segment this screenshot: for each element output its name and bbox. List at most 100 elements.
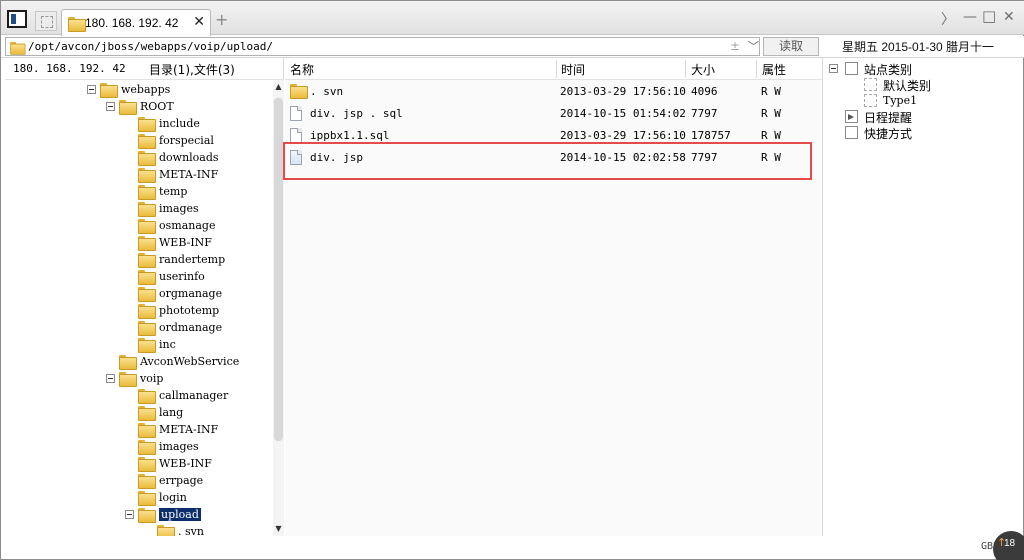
add-tab-icon[interactable]: + [215, 10, 228, 29]
column-divider[interactable] [756, 60, 757, 78]
tree-item-label: errpage [159, 474, 204, 487]
column-divider[interactable] [556, 60, 557, 78]
tree-item[interactable]: login [5, 490, 265, 507]
collapse-toggle-icon[interactable] [125, 510, 134, 519]
tree-item-label: META-INF [159, 423, 219, 436]
file-icon [290, 128, 302, 143]
folder-icon [138, 117, 156, 132]
tree-item-label: ROOT [140, 100, 174, 113]
folder-icon [138, 389, 156, 404]
file-row[interactable]: div. jsp . sql 2014-10-15 01:54:02 7797 R W [285, 104, 822, 126]
tree-item[interactable]: forspecial [5, 133, 265, 150]
folder-icon [138, 406, 156, 421]
collapse-toggle-icon[interactable] [829, 64, 838, 73]
tree-item[interactable]: webapps [5, 82, 265, 99]
folder-icon [138, 185, 156, 200]
minimize-icon[interactable]: — [963, 9, 977, 25]
tree-item[interactable]: temp [5, 184, 265, 201]
column-divider[interactable] [685, 60, 686, 78]
tree-item[interactable]: upload [5, 507, 265, 524]
path-bar: /opt/avcon/jboss/webapps/voip/upload/ ± … [1, 36, 1024, 58]
item-counts: 目录(1),文件(3) [149, 63, 235, 77]
collapse-toggle-icon[interactable] [106, 374, 115, 383]
tree-item[interactable]: . svn [5, 524, 265, 536]
read-button[interactable]: 读取 [763, 37, 819, 56]
column-header-time[interactable]: 时间 [561, 61, 585, 78]
tree-item[interactable]: ROOT [5, 99, 265, 116]
category-item[interactable]: 快捷方式 [823, 125, 1013, 141]
folder-icon [138, 440, 156, 455]
tree-item-label: images [159, 202, 199, 215]
tree-item-label: WEB-INF [159, 457, 212, 470]
folder-icon [138, 253, 156, 268]
collapse-toggle-icon[interactable] [87, 85, 96, 94]
column-header-name[interactable]: 名称 [290, 61, 314, 78]
category-label: 日程提醒 [864, 111, 913, 125]
close-window-icon[interactable]: ✕ [1003, 9, 1015, 25]
file-size: 7797 [691, 107, 718, 120]
tab-close-icon[interactable]: ✕ [193, 14, 205, 30]
tree-item[interactable]: AvconWebService [5, 354, 265, 371]
scroll-down-icon[interactable]: ▼ [273, 524, 284, 534]
plus-minus-icon[interactable]: ± [730, 39, 740, 53]
folder-icon [138, 219, 156, 234]
folder-icon [157, 525, 175, 536]
tree-item[interactable]: randertemp [5, 252, 265, 269]
tree-item[interactable]: downloads [5, 150, 265, 167]
site-category-pane: 站点类别 默认类别 Type1 日程提醒 快捷方式 [822, 58, 1021, 536]
app-window: 180. 168. 192. 42 ✕ + 〉 — □ ✕ /opt/avcon… [0, 0, 1024, 560]
category-item[interactable]: Type1 [823, 93, 1013, 109]
folder-icon [138, 304, 156, 319]
tab-active[interactable]: 180. 168. 192. 42 ✕ [61, 9, 211, 36]
scroll-thumb[interactable] [274, 98, 283, 441]
maximize-icon[interactable]: □ [982, 7, 996, 25]
scroll-up-icon[interactable]: ▲ [273, 82, 284, 92]
folder-icon [9, 41, 26, 55]
folder-icon [138, 321, 156, 336]
tree-item-label: upload [159, 508, 201, 521]
column-header-size[interactable]: 大小 [691, 61, 715, 78]
path-input[interactable]: /opt/avcon/jboss/webapps/voip/upload/ ± … [5, 37, 760, 56]
file-attr: R W [761, 107, 781, 120]
tree-item[interactable]: phototemp [5, 303, 265, 320]
folder-icon [138, 457, 156, 472]
tree-item[interactable]: images [5, 439, 265, 456]
category-item[interactable]: 日程提醒 [823, 109, 1013, 125]
collapse-toggle-icon[interactable] [106, 102, 115, 111]
tree-item[interactable]: META-INF [5, 422, 265, 439]
badge-count: 18 [1004, 538, 1016, 549]
tree-item[interactable]: inc [5, 337, 265, 354]
tree-item[interactable]: images [5, 201, 265, 218]
tree-item[interactable]: osmanage [5, 218, 265, 235]
app-menu-icon[interactable] [7, 10, 27, 28]
chevron-down-icon[interactable]: ﹀ [748, 38, 759, 54]
tree-item-label: images [159, 440, 199, 453]
tree-item[interactable]: WEB-INF [5, 456, 265, 473]
category-icon [864, 94, 877, 107]
schedule-icon [845, 110, 858, 123]
tree-item[interactable]: errpage [5, 473, 265, 490]
tree-item[interactable]: META-INF [5, 167, 265, 184]
tree-item-label: WEB-INF [159, 236, 212, 249]
tree-item[interactable]: callmanager [5, 388, 265, 405]
tree-item[interactable]: voip [5, 371, 265, 388]
tree-item-label: callmanager [159, 389, 229, 402]
folder-open-icon [138, 508, 156, 523]
tree-item-label: userinfo [159, 270, 205, 283]
category-item[interactable]: 默认类别 [823, 77, 1013, 93]
tree-item[interactable]: ordmanage [5, 320, 265, 337]
tree-item-label: META-INF [159, 168, 219, 181]
tree-item[interactable]: orgmanage [5, 286, 265, 303]
tree-item[interactable]: userinfo [5, 269, 265, 286]
back-chevron-icon[interactable]: 〉 [941, 9, 955, 29]
tree-item[interactable]: include [5, 116, 265, 133]
blank-tab-icon[interactable] [35, 11, 57, 31]
tree-item-label: osmanage [159, 219, 216, 232]
file-row[interactable]: . svn 2013-03-29 17:56:10 4096 R W [285, 82, 822, 104]
category-label: Type1 [883, 94, 918, 107]
column-header-attr[interactable]: 属性 [762, 61, 786, 78]
category-item[interactable]: 站点类别 [823, 61, 1013, 77]
folder-open-icon [119, 372, 137, 387]
tree-item[interactable]: WEB-INF [5, 235, 265, 252]
tree-item[interactable]: lang [5, 405, 265, 422]
